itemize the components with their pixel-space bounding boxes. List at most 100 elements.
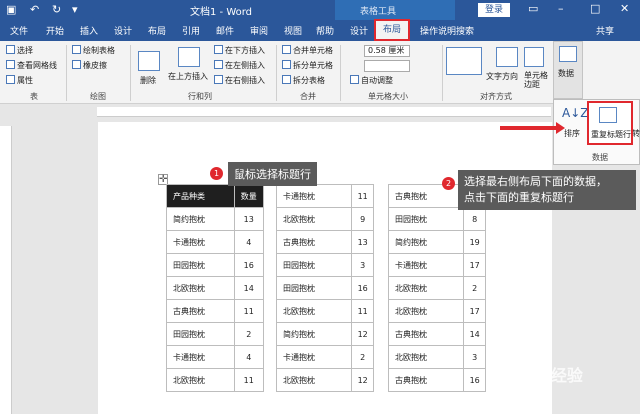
table-cell[interactable]: 2: [463, 276, 486, 300]
table-cell[interactable]: 16: [463, 368, 486, 392]
table-row[interactable]: 卡通抱枕 17: [387, 253, 486, 277]
table-cell[interactable]: 简约抱枕: [166, 207, 235, 231]
table-cell[interactable]: 卡通抱枕: [166, 230, 235, 254]
close-icon[interactable]: ✕: [620, 2, 629, 15]
table-cell[interactable]: 3: [351, 253, 374, 277]
table-row[interactable]: 古典抱枕 13: [275, 230, 374, 254]
redo-icon[interactable]: ↻: [52, 3, 61, 16]
split-cells-button[interactable]: 拆分单元格: [282, 60, 333, 71]
table-header-cell[interactable]: 产品种类: [166, 184, 235, 208]
text-direction-button[interactable]: 文字方向: [486, 71, 518, 82]
insert-above-icon[interactable]: [178, 47, 200, 67]
table-cell[interactable]: 9: [351, 207, 374, 231]
view-gridlines-button[interactable]: 查看网格线: [6, 60, 57, 71]
table-cell[interactable]: 古典抱枕: [275, 230, 353, 254]
table-cell[interactable]: 14: [463, 322, 486, 346]
table-cell[interactable]: 简约抱枕: [387, 230, 465, 254]
table-cell[interactable]: 4: [233, 345, 265, 369]
table-row[interactable]: 卡通抱枕 4: [166, 230, 265, 254]
data-group-button[interactable]: 数据: [553, 41, 583, 99]
table-row[interactable]: 简约抱枕 19: [387, 230, 486, 254]
tab-mailings[interactable]: 邮件: [216, 24, 234, 37]
login-button[interactable]: 登录: [478, 3, 510, 17]
table-cell[interactable]: 11: [233, 299, 265, 323]
table-row[interactable]: 北欧抱枕 2: [387, 276, 486, 300]
convert-to-text-button[interactable]: 转: [632, 128, 640, 139]
table-row[interactable]: 田园抱枕 3: [275, 253, 374, 277]
table-cell[interactable]: 卡通抱枕: [166, 345, 235, 369]
tab-review[interactable]: 审阅: [250, 24, 268, 37]
table-cell[interactable]: 2: [351, 345, 374, 369]
tab-home[interactable]: 开始: [46, 24, 64, 37]
properties-button[interactable]: 属性: [6, 75, 33, 86]
table-cell[interactable]: 北欧抱枕: [166, 368, 235, 392]
table-header-row[interactable]: 产品种类 数量: [166, 184, 265, 208]
table-cell[interactable]: 北欧抱枕: [275, 207, 353, 231]
table-cell[interactable]: 北欧抱枕: [387, 345, 465, 369]
table-row[interactable]: 田园抱枕 16: [275, 276, 374, 300]
insert-left-button[interactable]: 在左侧插入: [214, 60, 265, 71]
tab-layout-page[interactable]: 布局: [148, 24, 166, 37]
table-cell[interactable]: 11: [351, 299, 374, 323]
table-cell[interactable]: 14: [233, 276, 265, 300]
table-header-cell[interactable]: 数量: [233, 184, 265, 208]
table-row[interactable]: 北欧抱枕 12: [275, 368, 374, 392]
autofit-button[interactable]: 自动调整: [350, 75, 393, 86]
table-row[interactable]: 田园抱枕 2: [166, 322, 265, 346]
insert-right-button[interactable]: 在右侧插入: [214, 75, 265, 86]
cell-width-input[interactable]: [364, 60, 410, 72]
table-cell[interactable]: 12: [351, 368, 374, 392]
table-cell[interactable]: 卡通抱枕: [387, 253, 465, 277]
undo-icon[interactable]: ↶: [30, 3, 39, 16]
table-cell[interactable]: 北欧抱枕: [387, 276, 465, 300]
table-row[interactable]: 简约抱枕 13: [166, 207, 265, 231]
eraser-button[interactable]: 橡皮擦: [72, 60, 107, 71]
table-cell[interactable]: 3: [463, 345, 486, 369]
table-row[interactable]: 卡通抱枕 11: [275, 184, 374, 208]
table-cell[interactable]: 田园抱枕: [275, 276, 353, 300]
tab-file[interactable]: 文件: [10, 24, 28, 37]
cell-margins-icon[interactable]: [524, 47, 544, 67]
table-row[interactable]: 古典抱枕 14: [387, 322, 486, 346]
tab-help[interactable]: 帮助: [316, 24, 334, 37]
tab-references[interactable]: 引用: [182, 24, 200, 37]
table-cell[interactable]: 田园抱枕: [166, 253, 235, 277]
insert-below-button[interactable]: 在下方插入: [214, 45, 265, 56]
table-cell[interactable]: 13: [233, 207, 265, 231]
select-button[interactable]: 选择: [6, 45, 33, 56]
table-row[interactable]: 田园抱枕 16: [166, 253, 265, 277]
table-cell[interactable]: 17: [463, 299, 486, 323]
table-cell[interactable]: 卡通抱枕: [275, 345, 353, 369]
sort-button[interactable]: 排序: [564, 128, 580, 139]
customize-qa-icon[interactable]: ▾: [72, 3, 78, 16]
table-cell[interactable]: 19: [463, 230, 486, 254]
tab-view[interactable]: 视图: [284, 24, 302, 37]
table-cell[interactable]: 16: [233, 253, 265, 277]
split-table-button[interactable]: 拆分表格: [282, 75, 325, 86]
table-row[interactable]: 北欧抱枕 14: [166, 276, 265, 300]
table-cell[interactable]: 北欧抱枕: [166, 276, 235, 300]
save-icon[interactable]: ▣: [6, 3, 16, 16]
table-row[interactable]: 田园抱枕 8: [387, 207, 486, 231]
table-cell[interactable]: 北欧抱枕: [387, 299, 465, 323]
table-row[interactable]: 北欧抱枕 3: [387, 345, 486, 369]
delete-button[interactable]: 删除: [140, 75, 156, 86]
table-cell[interactable]: 卡通抱枕: [275, 184, 353, 208]
table-cell[interactable]: 田园抱枕: [387, 207, 465, 231]
table-row[interactable]: 古典抱枕11: [166, 299, 265, 323]
table-cell[interactable]: 8: [463, 207, 486, 231]
table-cell[interactable]: 12: [351, 322, 374, 346]
alignment-grid-icon[interactable]: [446, 47, 482, 75]
tab-insert[interactable]: 插入: [80, 24, 98, 37]
table-row[interactable]: 古典抱枕 16: [387, 368, 486, 392]
table-cell[interactable]: 11: [233, 368, 265, 392]
minimize-icon[interactable]: –: [558, 2, 564, 15]
table-cell[interactable]: 北欧抱枕: [275, 299, 353, 323]
table-row[interactable]: 北欧抱枕 11: [166, 368, 265, 392]
maximize-icon[interactable]: □: [590, 2, 600, 15]
table-cell[interactable]: 田园抱枕: [275, 253, 353, 277]
table-row[interactable]: 北欧抱枕 9: [275, 207, 374, 231]
tab-design[interactable]: 设计: [114, 24, 132, 37]
table-cell[interactable]: 11: [351, 184, 374, 208]
table-cell[interactable]: 17: [463, 253, 486, 277]
